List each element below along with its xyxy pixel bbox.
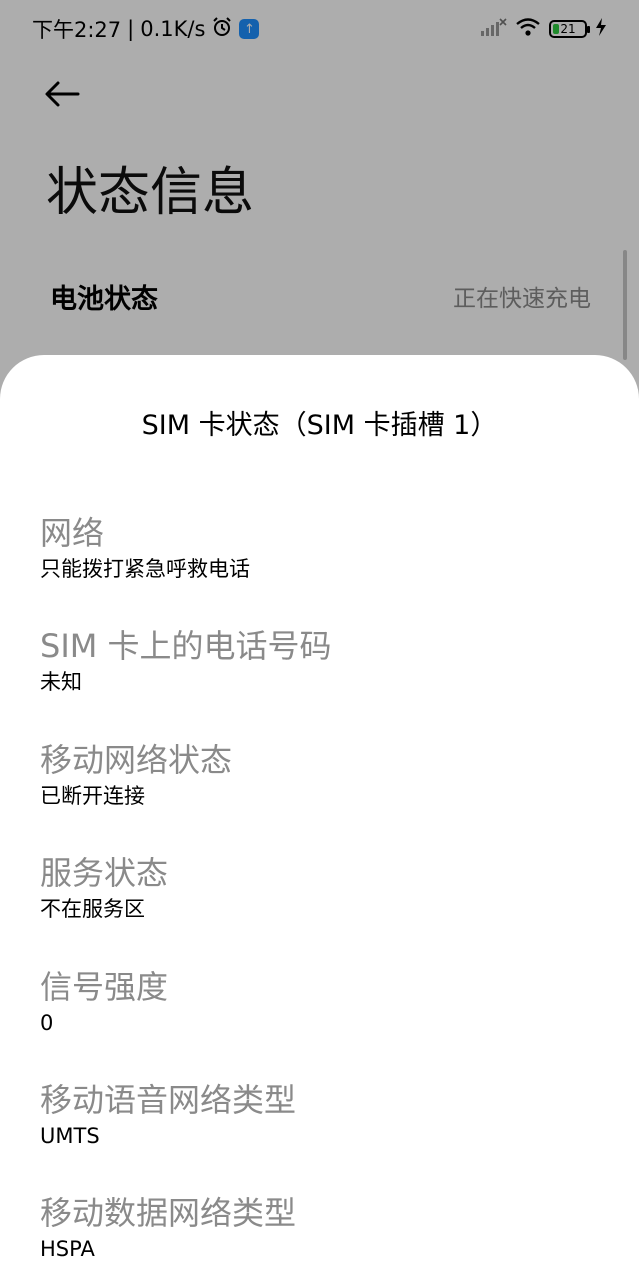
info-item-signal-strength: 信号强度 0 <box>40 967 600 1037</box>
info-item-mobile-network-state: 移动网络状态 已断开连接 <box>40 740 600 810</box>
info-value: 只能拨打紧急呼救电话 <box>40 557 250 581</box>
info-value: 未知 <box>40 670 82 694</box>
info-value: 0 <box>40 1011 54 1035</box>
info-item-data-network-type: 移动数据网络类型 HSPA <box>40 1193 600 1263</box>
sim-status-dialog: SIM 卡状态（SIM 卡插槽 1） 网络 只能拨打紧急呼救电话 SIM 卡上的… <box>0 355 639 1280</box>
info-label: 移动语音网络类型 <box>40 1081 297 1119</box>
info-label: 服务状态 <box>40 854 169 892</box>
info-label: SIM 卡上的电话号码 <box>40 627 332 665</box>
info-item-network: 网络 只能拨打紧急呼救电话 <box>40 513 600 583</box>
info-label: 网络 <box>40 514 105 552</box>
info-item-phone-number: SIM 卡上的电话号码 未知 <box>40 626 600 696</box>
info-value: 不在服务区 <box>40 897 145 921</box>
info-value: HSPA <box>40 1237 95 1261</box>
info-value: 已断开连接 <box>40 784 145 808</box>
info-label: 信号强度 <box>40 968 169 1006</box>
dialog-title: SIM 卡状态（SIM 卡插槽 1） <box>141 410 498 441</box>
info-label: 移动网络状态 <box>40 741 233 779</box>
info-value: UMTS <box>40 1124 100 1148</box>
info-item-service-state: 服务状态 不在服务区 <box>40 853 600 923</box>
info-item-voice-network-type: 移动语音网络类型 UMTS <box>40 1080 600 1150</box>
info-label: 移动数据网络类型 <box>40 1194 297 1232</box>
